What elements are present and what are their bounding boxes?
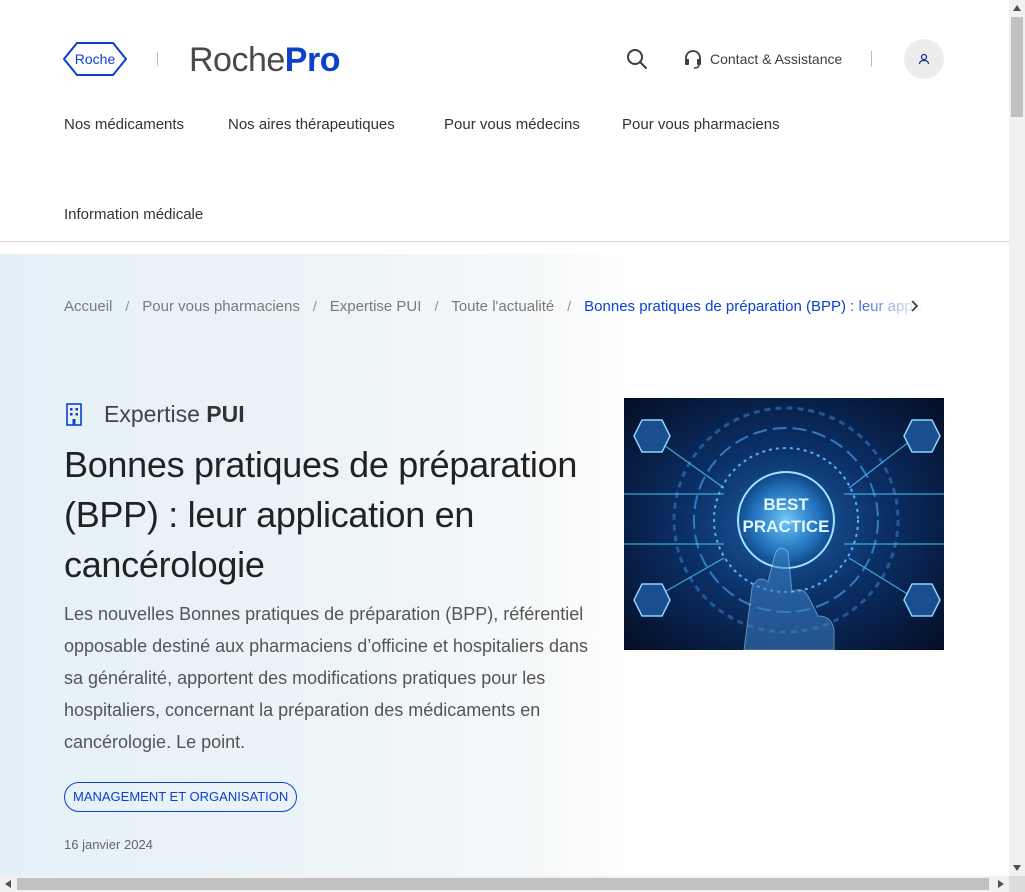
svg-text:Roche: Roche (75, 51, 116, 67)
arrow-right-icon (998, 880, 1004, 888)
rochepro-logo[interactable]: RochePro (189, 38, 340, 82)
contact-assistance-label: Contact & Assistance (710, 51, 843, 67)
arrow-down-icon (1013, 865, 1021, 871)
nav-item-medicaments[interactable]: Nos médicaments (64, 115, 184, 135)
category-prefix: Expertise (104, 400, 200, 427)
search-icon (627, 49, 647, 69)
breadcrumb-separator: / (434, 298, 439, 314)
breadcrumb-actualite[interactable]: Toute l'actualité (451, 298, 554, 315)
arrow-left-icon (5, 880, 11, 888)
svg-text:BEST: BEST (763, 495, 809, 514)
article-category: Expertise PUI (64, 400, 245, 428)
scroll-left-button[interactable] (0, 876, 16, 892)
logo-divider (157, 52, 158, 66)
scrollbar-corner (1009, 876, 1025, 892)
breadcrumb-scroll-button[interactable] (908, 296, 922, 316)
breadcrumb-pharmaciens[interactable]: Pour vous pharmaciens (142, 298, 300, 315)
breadcrumb-expertise-pui[interactable]: Expertise PUI (330, 298, 422, 315)
account-button[interactable] (904, 39, 944, 79)
svg-text:PRACTICE: PRACTICE (743, 517, 830, 536)
article-hero: Accueil / Pour vous pharmaciens / Expert… (0, 254, 1009, 876)
vertical-scrollbar[interactable] (1009, 0, 1025, 876)
headset-icon (685, 50, 701, 69)
category-label: Expertise PUI (104, 401, 245, 428)
roche-logo[interactable]: Roche (63, 42, 127, 76)
breadcrumb-separator: / (312, 298, 317, 314)
contact-assistance-link[interactable]: Contact & Assistance (684, 46, 842, 72)
search-button[interactable] (624, 46, 650, 72)
nav-item-information-medicale[interactable]: Information médicale (64, 205, 203, 225)
chevron-right-icon (911, 300, 919, 312)
logo-word-roche: Roche (189, 41, 285, 79)
scroll-right-button[interactable] (993, 876, 1009, 892)
nav-item-pharmaciens[interactable]: Pour vous pharmaciens (622, 115, 780, 135)
horizontal-scrollbar[interactable] (0, 876, 1009, 892)
article-title: Bonnes pratiques de préparation (BPP) : … (64, 444, 578, 585)
user-icon (918, 53, 930, 65)
header-divider (871, 51, 872, 67)
breadcrumb-separator: / (567, 298, 572, 314)
article-image: BEST PRACTICE (624, 398, 944, 650)
best-practice-illustration: BEST PRACTICE (624, 398, 944, 650)
nav-item-medecins[interactable]: Pour vous médecins (444, 115, 580, 135)
scroll-up-button[interactable] (1009, 0, 1025, 16)
publication-date: 16 janvier 2024 (64, 837, 153, 852)
logo-word-pro: Pro (284, 41, 341, 79)
article-lead: Les nouvelles Bonnes pratiques de prépar… (64, 604, 589, 752)
nav-item-aires-therapeutiques[interactable]: Nos aires thérapeutiques (228, 115, 395, 135)
breadcrumb: Accueil / Pour vous pharmaciens / Expert… (64, 296, 924, 316)
category-strong: PUI (206, 400, 245, 427)
horizontal-scroll-thumb[interactable] (17, 878, 989, 890)
scroll-down-button[interactable] (1009, 860, 1025, 876)
site-header: Roche RochePro Contact & Assistance Nos … (0, 0, 1009, 242)
hospital-building-icon (66, 403, 82, 426)
vertical-scroll-thumb[interactable] (1011, 17, 1023, 117)
breadcrumb-separator: / (125, 298, 130, 314)
arrow-up-icon (1013, 5, 1021, 11)
breadcrumb-accueil[interactable]: Accueil (64, 298, 112, 315)
topic-tag[interactable]: MANAGEMENT ET ORGANISATION (64, 782, 298, 812)
